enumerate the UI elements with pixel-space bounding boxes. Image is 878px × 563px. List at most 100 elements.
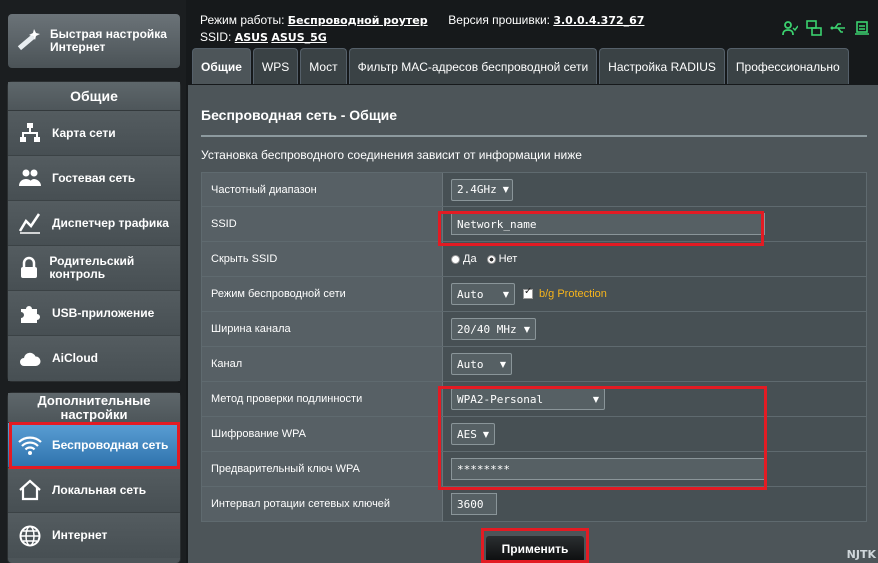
ssid-input[interactable]: Network_name — [451, 213, 765, 235]
chevron-down-icon: ▼ — [482, 429, 490, 439]
band-label: Частотный диапазон — [202, 173, 443, 206]
ssid-link-5g[interactable]: ASUS_5G — [271, 31, 326, 44]
wireless-mode-label: Режим беспроводной сети — [202, 277, 443, 311]
tab-wps[interactable]: WPS — [252, 48, 299, 84]
sidebar-item-aicloud[interactable]: AiCloud — [8, 336, 180, 381]
sidebar: Быстрая настройка Интернет Общие Карта с… — [0, 0, 186, 563]
form-row-rotation: Интервал ротации сетевых ключей 3600 — [201, 487, 867, 522]
sidebar-item-label: Интернет — [52, 528, 108, 542]
sidebar-item-label: Карта сети — [52, 125, 116, 140]
encryption-label: Шифрование WPA — [202, 417, 443, 451]
form-row-hide-ssid: Скрыть SSID Да Нет — [201, 242, 867, 277]
puzzle-icon — [16, 299, 44, 327]
mode-label: Режим работы: — [200, 13, 285, 27]
encryption-value: AES — [457, 427, 477, 441]
hide-ssid-no-radio[interactable]: Нет — [486, 253, 518, 265]
bg-protection-checkbox[interactable] — [523, 286, 533, 299]
band-value: 2.4GHz — [457, 183, 497, 196]
guest-network-icon — [16, 164, 44, 192]
sidebar-item-guest-network[interactable]: Гостевая сеть — [8, 156, 180, 201]
psk-label: Предварительный ключ WPA — [202, 452, 443, 486]
auth-method-select[interactable]: WPA2-Personal ▼ — [451, 388, 605, 410]
cloud-icon — [16, 345, 44, 373]
sidebar-item-label: Беспроводная сеть — [52, 437, 169, 452]
advanced-header: Дополнительные настройки — [8, 393, 180, 423]
radio-off-icon — [451, 254, 460, 264]
sidebar-item-network-map[interactable]: Карта сети — [8, 111, 180, 156]
firmware-label: Версия прошивки: — [448, 13, 550, 27]
general-panel: Общие Карта сети Гостевая сеть Диспетчер… — [8, 82, 180, 381]
bg-protection-label: b/g Protection — [539, 288, 607, 300]
lock-icon — [16, 254, 41, 282]
page-description: Установка беспроводного соединения завис… — [201, 148, 582, 162]
tab-general[interactable]: Общие — [192, 48, 251, 84]
apply-button[interactable]: Применить — [486, 536, 584, 562]
windows-icon[interactable] — [806, 20, 822, 36]
sidebar-item-usb-application[interactable]: USB-приложение — [8, 291, 180, 336]
advanced-panel: Дополнительные настройки Беспроводная се… — [8, 393, 180, 563]
network-map-icon — [16, 119, 44, 147]
sidebar-item-label: Гостевая сеть — [52, 170, 136, 185]
traffic-manager-icon — [16, 209, 44, 237]
ssid-label: SSID: — [200, 30, 232, 44]
tab-radius[interactable]: Настройка RADIUS — [599, 48, 725, 84]
channel-value: Auto — [457, 357, 484, 371]
band-select[interactable]: 2.4GHz ▼ — [451, 178, 513, 201]
tab-mac-filter[interactable]: Фильтр MAC-адресов беспроводной сети — [348, 48, 598, 84]
status-header: Режим работы: Беспроводной роутер Версия… — [200, 12, 644, 46]
channel-select[interactable]: Auto ▼ — [451, 353, 512, 375]
mode-link[interactable]: Беспроводной роутер — [288, 14, 428, 27]
chevron-down-icon: ▼ — [499, 359, 506, 369]
sidebar-item-internet[interactable]: Интернет — [8, 513, 180, 558]
chevron-down-icon: ▼ — [502, 289, 509, 299]
main-content: Беспроводная сеть - Общие Установка бесп… — [188, 85, 878, 563]
form-row-channel-width: Ширина канала 20/40 MHz ▼ — [201, 312, 867, 347]
title-divider — [201, 135, 867, 137]
usb-icon[interactable] — [830, 20, 846, 36]
sidebar-item-lan[interactable]: Локальная сеть — [8, 468, 180, 513]
channel-width-value: 20/40 MHz — [457, 322, 517, 336]
tab-professional[interactable]: Профессионально — [726, 48, 849, 84]
wireless-mode-select[interactable]: Auto ▼ — [451, 283, 515, 305]
psk-input[interactable]: ******** — [451, 458, 765, 480]
form-row-auth: Метод проверки подлинности WPA2-Personal… — [201, 382, 867, 417]
hide-ssid-label: Скрыть SSID — [202, 242, 443, 276]
form-row-psk: Предварительный ключ WPA ******** — [201, 452, 867, 487]
sidebar-item-traffic-manager[interactable]: Диспетчер трафика — [8, 201, 180, 246]
encryption-select[interactable]: AES ▼ — [451, 423, 495, 445]
ssid-link-24[interactable]: ASUS — [235, 31, 268, 44]
ssid-field-label: SSID — [202, 207, 443, 241]
channel-width-select[interactable]: 20/40 MHz ▼ — [451, 318, 536, 340]
firmware-link[interactable]: 3.0.0.4.372_67 — [553, 14, 644, 27]
form-row-encryption: Шифрование WPA AES ▼ — [201, 417, 867, 452]
notification-icon[interactable] — [854, 20, 870, 36]
chevron-down-icon: ▼ — [502, 185, 509, 194]
quick-setup-button[interactable]: Быстрая настройка Интернет — [8, 14, 180, 68]
quick-setup-label: Быстрая настройка Интернет — [50, 27, 167, 54]
auth-method-label: Метод проверки подлинности — [202, 382, 443, 416]
sidebar-item-label: Локальная сеть — [52, 482, 147, 497]
chevron-down-icon: ▼ — [592, 394, 599, 404]
chevron-down-icon: ▼ — [523, 324, 530, 334]
key-rotation-input[interactable]: 3600 — [451, 493, 497, 515]
sidebar-item-parental-control[interactable]: Родительский контроль — [8, 246, 180, 291]
form-row-band: Частотный диапазон 2.4GHz ▼ — [201, 172, 867, 207]
form-row-ssid: SSID Network_name — [201, 207, 867, 242]
user-icon[interactable] — [782, 20, 799, 36]
hide-no-label: Нет — [498, 253, 518, 265]
tab-bridge[interactable]: Мост — [300, 48, 347, 84]
wireless-mode-value: Auto — [457, 287, 484, 301]
watermark-logo: NJTK — [846, 548, 876, 561]
key-rotation-label: Интервал ротации сетевых ключей — [202, 487, 443, 521]
sidebar-item-label: AiCloud — [52, 351, 98, 365]
hide-ssid-yes-radio[interactable]: Да — [451, 253, 477, 265]
sidebar-item-wireless[interactable]: Беспроводная сеть — [8, 423, 180, 468]
hide-yes-label: Да — [463, 253, 477, 265]
sidebar-item-label: Родительский контроль — [49, 254, 135, 281]
status-icons — [782, 20, 870, 36]
channel-width-label: Ширина канала — [202, 312, 443, 346]
form-row-mode: Режим беспроводной сети Auto ▼ b/g Protec… — [201, 277, 867, 312]
auth-method-value: WPA2-Personal — [457, 392, 544, 406]
globe-icon — [16, 522, 44, 550]
home-icon — [16, 476, 44, 504]
